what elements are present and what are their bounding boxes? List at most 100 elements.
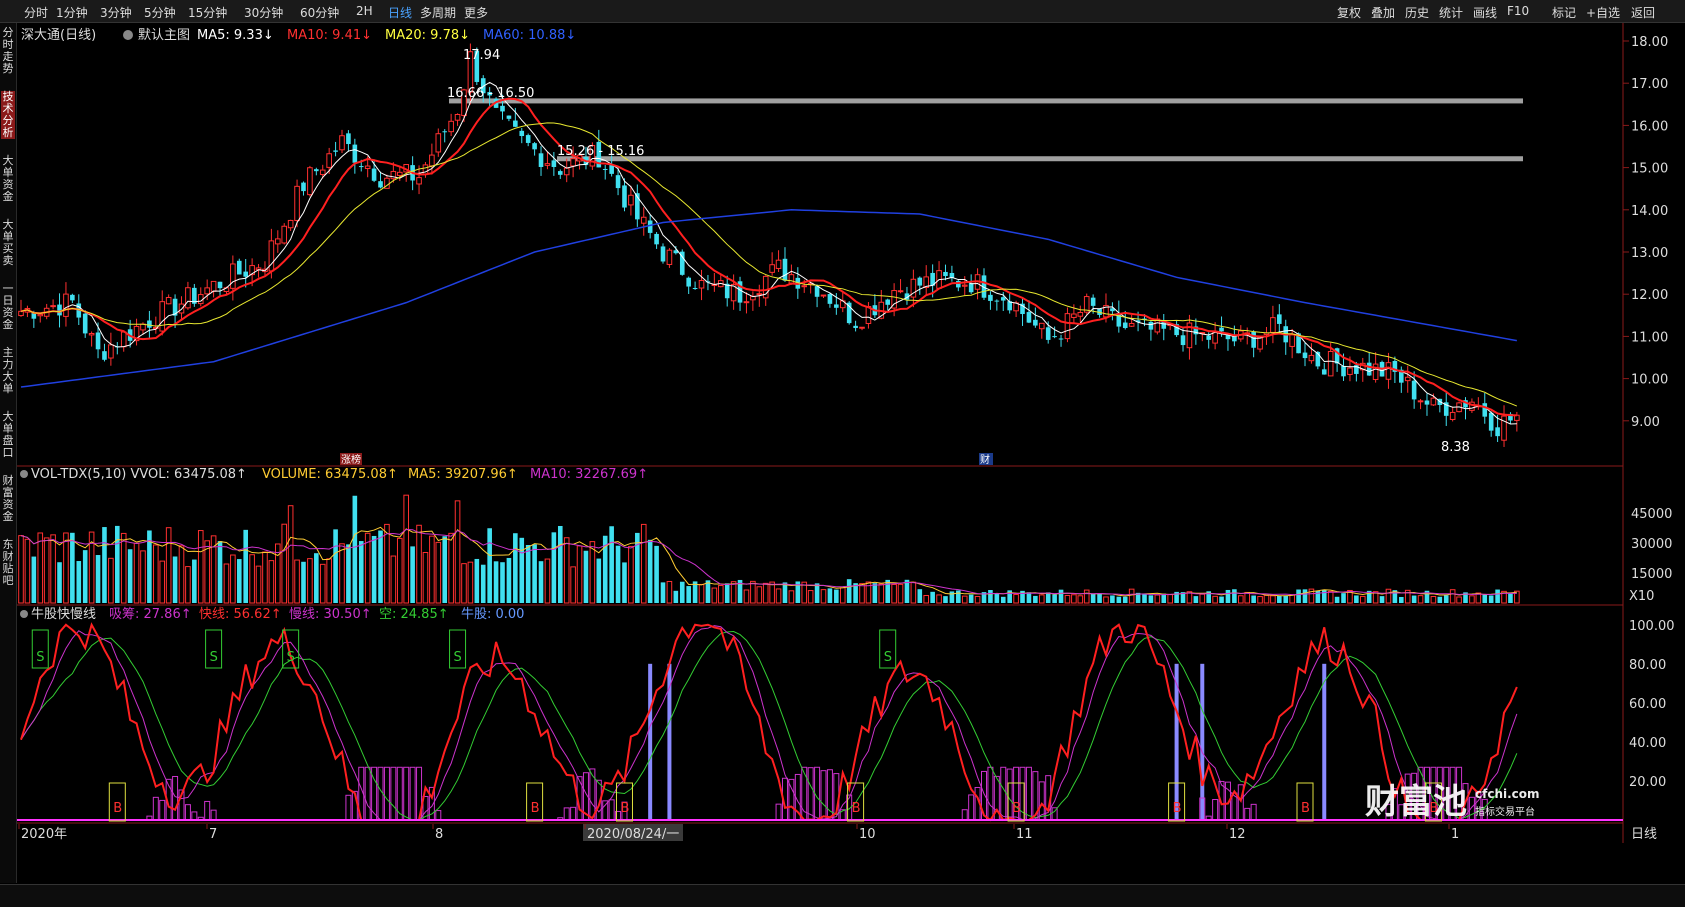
price-tick-2: 16.00 <box>1631 119 1668 134</box>
candle-body <box>1366 362 1372 376</box>
candle-body <box>1058 338 1064 340</box>
volume-bar <box>1244 591 1251 604</box>
volume-bar <box>628 545 634 604</box>
bull-bar <box>648 663 653 820</box>
candle-body <box>120 331 127 348</box>
volume-bar <box>968 594 974 603</box>
candle-body <box>217 281 223 289</box>
volume-bar <box>24 538 31 604</box>
candle-body <box>63 293 69 317</box>
volume-bar <box>782 582 788 603</box>
tool-6[interactable]: 标记 <box>1552 4 1576 21</box>
price-tick-0: 18.00 <box>1631 35 1668 50</box>
volume-bar <box>50 534 56 604</box>
volume-bar <box>410 546 415 603</box>
sidebar-item-4[interactable]: 一日资金 <box>1 283 15 331</box>
candle-body <box>95 332 101 350</box>
volume-bar <box>185 566 191 604</box>
period-4[interactable]: 15分钟 <box>188 4 227 21</box>
period-1[interactable]: 1分钟 <box>56 4 88 21</box>
volume-bar <box>660 582 666 603</box>
candle-body <box>371 168 377 181</box>
candle-body <box>364 165 371 169</box>
volume-bar <box>76 561 82 603</box>
volume-bar <box>95 555 101 603</box>
sidebar-item-1[interactable]: 技术分析 <box>1 91 15 139</box>
volume-bar <box>403 494 409 604</box>
period-2[interactable]: 3分钟 <box>100 4 132 21</box>
candle-body <box>532 143 537 150</box>
tool-3[interactable]: 统计 <box>1439 4 1463 21</box>
tool-0[interactable]: 复权 <box>1337 4 1361 21</box>
volume-bar <box>236 559 242 603</box>
volume-bar <box>839 587 846 604</box>
volume-bar <box>762 582 769 604</box>
tool-5[interactable]: F10 <box>1507 4 1529 18</box>
period-9[interactable]: 多周期 <box>420 4 456 21</box>
volume-bar <box>775 588 782 604</box>
x-axis-label-7: 1 <box>1451 827 1459 842</box>
vol-indicator-0: VOLUME: 63475.08↑ <box>262 467 398 482</box>
sidebar-item-5[interactable]: 主力大单 <box>1 347 15 395</box>
volume-bar <box>1052 594 1057 603</box>
period-3[interactable]: 5分钟 <box>144 4 176 21</box>
candle-body <box>1033 319 1038 326</box>
period-8[interactable]: 日线 <box>388 4 412 21</box>
resistance-band-1[interactable] <box>557 156 1523 162</box>
osc-tick-4: 20.00 <box>1629 775 1666 790</box>
tool-8[interactable]: 返回 <box>1631 4 1655 21</box>
template-toggle-icon[interactable] <box>123 30 133 40</box>
volume-bar <box>57 562 62 603</box>
volume-bar <box>364 532 371 604</box>
resistance-band-0[interactable] <box>449 98 1523 104</box>
volume-bar <box>1354 595 1359 603</box>
tool-4[interactable]: 画线 <box>1473 4 1497 21</box>
vol-tick-2: 15000 <box>1631 567 1672 582</box>
price-tick-5: 13.00 <box>1631 246 1668 261</box>
volume-bar <box>743 589 750 604</box>
sidebar-item-2[interactable]: 大单资金 <box>1 155 15 203</box>
tool-1[interactable]: 叠加 <box>1371 4 1395 21</box>
sell-signal-label: S <box>287 650 295 665</box>
period-6[interactable]: 60分钟 <box>300 4 339 21</box>
candle-body <box>1341 365 1346 377</box>
sidebar-item-0[interactable]: 分时走势 <box>1 27 15 75</box>
period-0[interactable]: 分时 <box>24 4 48 21</box>
sidebar-item-3[interactable]: 大单买卖 <box>1 219 15 267</box>
tool-7[interactable]: +自选 <box>1586 4 1620 21</box>
buy-signal-label: B <box>1301 801 1310 816</box>
volume-bar <box>974 595 981 604</box>
volume-bar <box>576 545 583 604</box>
candle-body <box>1347 367 1353 375</box>
buy-signal-label: B <box>1012 801 1021 816</box>
vol-title: VOL-TDX(5,10) VVOL: 63475.08↑ <box>31 467 247 482</box>
volume-bar <box>730 581 737 604</box>
tool-2[interactable]: 历史 <box>1405 4 1429 21</box>
volume-bar <box>37 532 44 604</box>
osc-toggle-icon[interactable] <box>20 610 28 618</box>
volume-bar <box>1116 596 1122 603</box>
kline-chart[interactable]: S S S S SB B B B B B B B 18.0017.0016.0015.0014.001… <box>17 23 1685 883</box>
template-label[interactable]: 默认主图 <box>138 27 190 43</box>
candle-body <box>544 163 551 166</box>
candle-body <box>185 287 191 309</box>
sidebar-item-7[interactable]: 财富资金 <box>1 475 15 523</box>
volume-bar <box>961 595 968 604</box>
main-indicator-1: MA10: 9.41↓ <box>287 28 372 43</box>
volume-bar <box>287 505 294 604</box>
volume-bar <box>396 537 403 604</box>
sidebar-item-8[interactable]: 东财贴吧 <box>1 539 15 587</box>
period-10[interactable]: 更多 <box>464 4 488 21</box>
volume-bar <box>917 589 923 603</box>
period-5[interactable]: 30分钟 <box>244 4 283 21</box>
candle-body <box>346 133 351 145</box>
volume-bar <box>1013 594 1019 604</box>
period-7[interactable]: 2H <box>356 4 373 18</box>
volume-bar <box>326 558 332 604</box>
bull-bar <box>1322 663 1327 820</box>
vol-toggle-icon[interactable] <box>20 470 28 478</box>
volume-bar <box>217 541 223 603</box>
sidebar-item-6[interactable]: 大单盘口 <box>1 411 15 459</box>
volume-bar <box>1270 595 1276 604</box>
candle-body <box>500 105 505 112</box>
